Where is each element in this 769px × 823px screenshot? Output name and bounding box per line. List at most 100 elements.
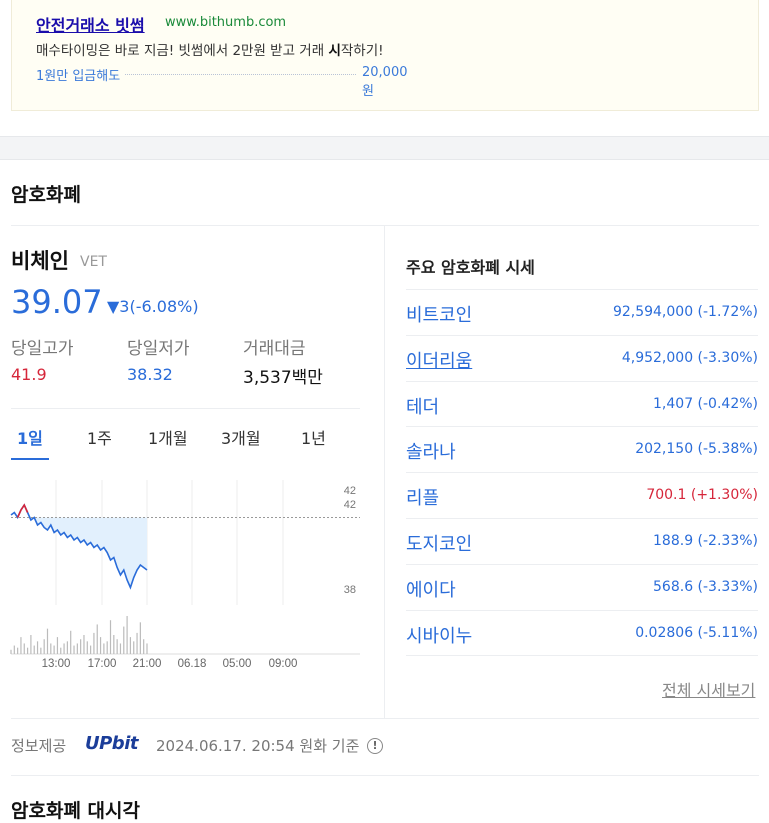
volume-bar (56, 637, 59, 654)
volume-bar (90, 645, 92, 654)
market-row[interactable]: 에이다 568.6 (-3.33%) (406, 563, 758, 610)
volume-bar (76, 643, 78, 654)
coin-link[interactable]: 비트코인 (406, 301, 472, 327)
tab-1week[interactable]: 1주 (87, 425, 112, 449)
volume-bar (30, 635, 32, 654)
coin-price: 92,594,000 (-1.72%) (612, 304, 758, 320)
section-divider (0, 136, 769, 160)
volume-bar (23, 643, 25, 654)
coin-name: 비체인 (11, 249, 69, 273)
volume-bar (46, 628, 49, 654)
volume-bar (133, 641, 135, 654)
coin-link[interactable]: 리플 (406, 484, 439, 510)
market-row[interactable]: 이더리움 4,952,000 (-3.30%) (406, 334, 758, 381)
stat-label-volume: 거래대금 (243, 339, 306, 359)
ad-url[interactable]: www.bithumb.com (165, 15, 286, 30)
ad-offer-label: 1원만 입금해도 (36, 65, 125, 84)
coin-price: 188.9 (-2.33%) (653, 533, 758, 549)
tab-3month[interactable]: 3개월 (221, 425, 261, 449)
volume-bar (129, 637, 132, 654)
x-tick-label: 09:00 (269, 658, 298, 670)
stat-label-high: 당일고가 (11, 339, 74, 359)
volume-bar (43, 639, 45, 654)
volume-bar (26, 647, 29, 654)
x-tick-label: 13:00 (42, 658, 71, 670)
ad-title-link[interactable]: 안전거래소 빗썸 (36, 12, 145, 36)
coin-link[interactable]: 이더리움 (406, 347, 472, 373)
volume-bar (116, 639, 118, 654)
active-tab-indicator (11, 458, 49, 460)
tab-1month[interactable]: 1개월 (148, 425, 188, 449)
price-change: ▼3(-6.08%) (107, 297, 199, 316)
volume-bar (99, 637, 102, 654)
upbit-logo[interactable]: UPbit (85, 733, 138, 754)
stat-value-low: 38.32 (127, 365, 173, 384)
price-line-up-segment (16, 503, 29, 518)
coin-price: 0.02806 (-5.11%) (635, 624, 758, 641)
coin-link[interactable]: 도지코인 (406, 530, 472, 556)
coin-link[interactable]: 에이다 (406, 576, 456, 602)
volume-bar (10, 649, 12, 654)
next-section-title: 암호화폐 대시각 (11, 800, 140, 822)
y-tick-label: 38 (344, 584, 356, 596)
market-list-title: 주요 암호화폐 시세 (406, 258, 535, 277)
y-tick-label: 42 (344, 485, 356, 497)
volume-bar (136, 632, 138, 654)
volume-bar (36, 641, 39, 654)
volume-bar (13, 645, 15, 654)
coin-link[interactable]: 시바이누 (406, 622, 472, 648)
divider (11, 225, 759, 226)
coin-link[interactable]: 테더 (406, 393, 439, 419)
market-row[interactable]: 도지코인 188.9 (-2.33%) (406, 518, 758, 564)
stat-label-low: 당일저가 (127, 339, 190, 359)
volume-bar (93, 632, 95, 654)
market-row[interactable]: 시바이누 0.02806 (-5.11%) (406, 609, 758, 656)
price-chart[interactable]: 42 42 38 13:00 17:00 21:00 06.18 05:00 09:00 (0, 470, 372, 680)
y-tick-label: 42 (344, 499, 356, 511)
coin-price: 4,952,000 (-3.30%) (621, 349, 758, 366)
x-tick-label: 17:00 (88, 658, 117, 670)
market-row[interactable]: 테더 1,407 (-0.42%) (406, 380, 758, 427)
volume-bar (143, 639, 145, 654)
market-row[interactable]: 솔라나 202,150 (-5.38%) (406, 426, 758, 472)
coin-link[interactable]: 솔라나 (406, 438, 456, 464)
volume-bar (80, 639, 82, 654)
volume-bar (63, 643, 65, 654)
volume-bar (70, 630, 72, 654)
coin-price: 568.6 (-3.33%) (653, 578, 758, 595)
volume-bar (113, 635, 115, 654)
volume-bar (33, 645, 35, 654)
sponsored-ad: 안전거래소 빗썸 www.bithumb.com 매수타이밍은 바로 지금! 빗… (11, 0, 759, 111)
volume-bar (96, 624, 98, 654)
volume-bar (40, 647, 42, 654)
volume-bar (146, 643, 148, 654)
stat-value-high: 41.9 (11, 365, 47, 384)
volume-bar (17, 647, 19, 654)
view-all-prices-link[interactable]: 전체 시세보기 (662, 677, 755, 701)
divider (406, 655, 758, 656)
x-tick-label: 05:00 (223, 658, 252, 670)
divider (384, 226, 385, 718)
market-row[interactable]: 비트코인 92,594,000 (-1.72%) (406, 289, 758, 335)
info-icon[interactable]: ! (367, 738, 383, 754)
ad-offer-amount: 20,000원 (358, 65, 416, 99)
volume-bar (106, 641, 108, 654)
volume-bar (73, 645, 75, 654)
volume-bar (20, 637, 22, 654)
tab-1year[interactable]: 1년 (301, 425, 326, 449)
volume-bar (66, 641, 68, 654)
coin-price: 202,150 (-5.38%) (635, 441, 758, 458)
volume-bar (139, 622, 141, 654)
section-title: 암호화폐 (11, 184, 81, 206)
ad-description: 매수타이밍은 바로 지금! 빗썸에서 2만원 받고 거래 시작하기! (36, 43, 384, 59)
volume-bar (50, 643, 52, 654)
market-row[interactable]: 리플 700.1 (+1.30%) (406, 472, 758, 518)
tab-1day[interactable]: 1일 (17, 425, 43, 449)
coin-price: 700.1 (+1.30%) (646, 487, 758, 504)
volume-bar (109, 620, 112, 654)
provider-label: 정보제공 (11, 737, 67, 755)
volume-bar (83, 635, 85, 654)
ad-offer-line[interactable]: 1원만 입금해도 20,000원 (36, 65, 416, 99)
volume-bar (123, 626, 125, 654)
volume-bar (126, 616, 128, 654)
